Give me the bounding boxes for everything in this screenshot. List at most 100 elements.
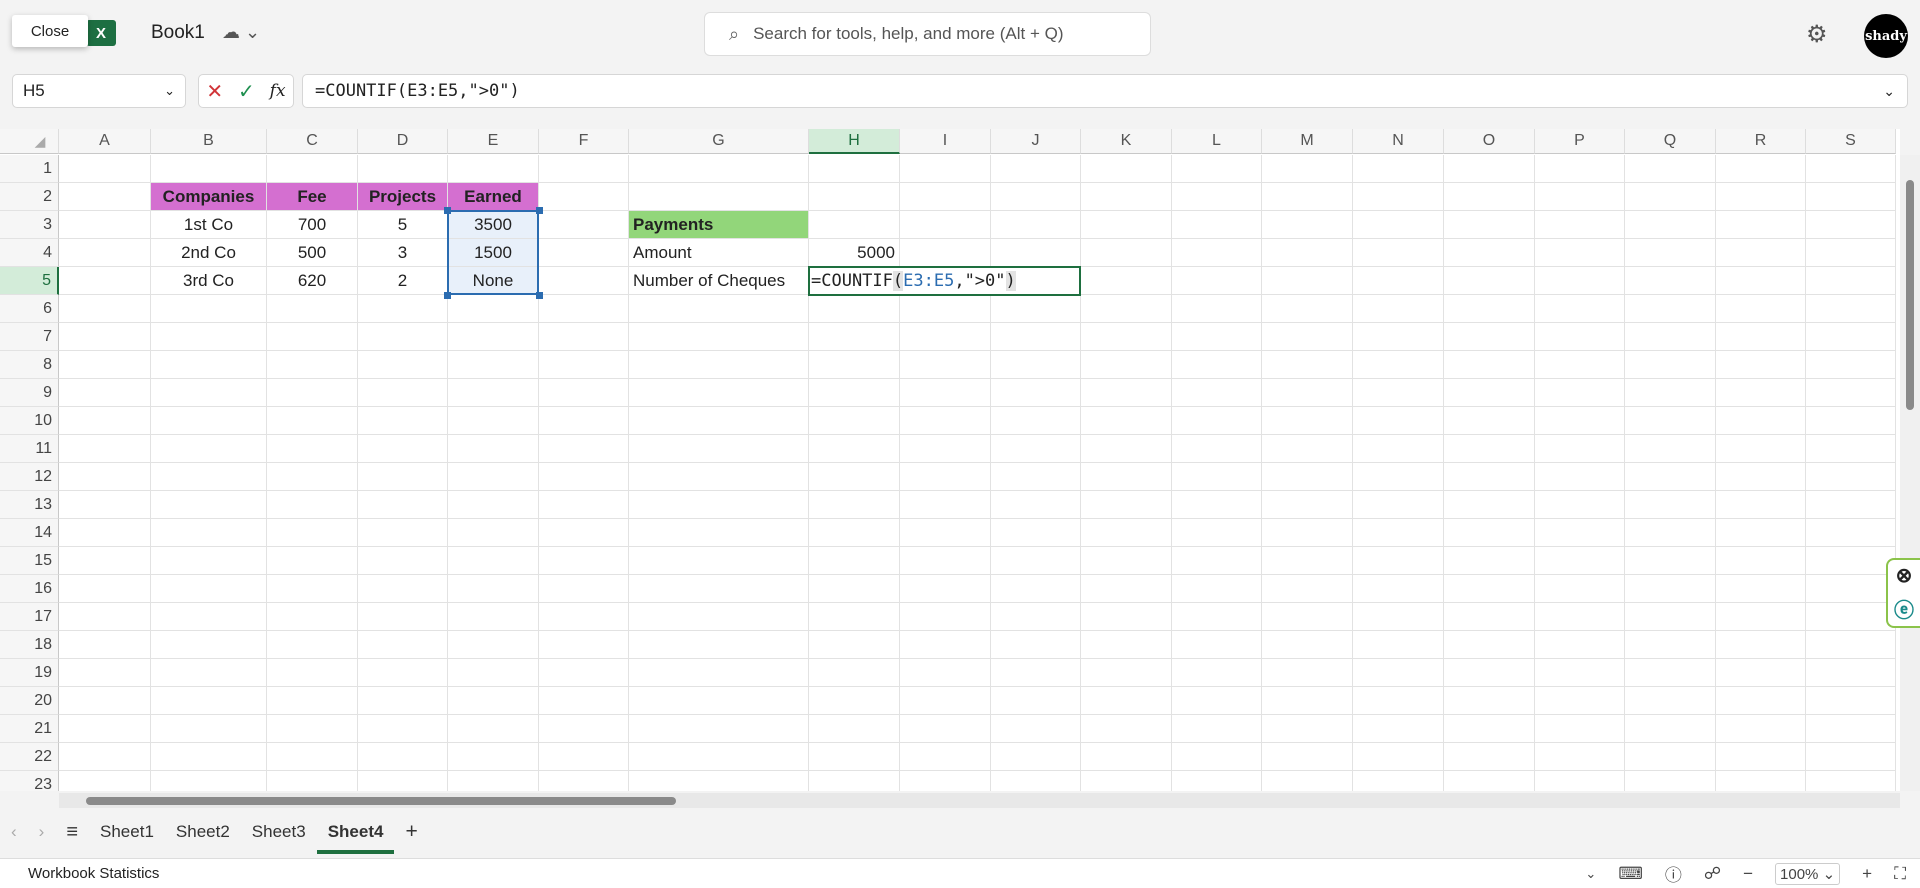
cell-p20[interactable] xyxy=(1535,687,1625,715)
cloud-saved-icon[interactable]: ☁ ⌄ xyxy=(222,22,260,43)
cell-c18[interactable] xyxy=(267,631,358,659)
cell-s4[interactable] xyxy=(1806,239,1896,267)
cell-c1[interactable] xyxy=(267,155,358,183)
cell-k16[interactable] xyxy=(1081,575,1172,603)
cell-d19[interactable] xyxy=(358,659,448,687)
cell-e18[interactable] xyxy=(448,631,539,659)
cell-q14[interactable] xyxy=(1625,519,1716,547)
cell-s16[interactable] xyxy=(1806,575,1896,603)
cell-d9[interactable] xyxy=(358,379,448,407)
cell-m17[interactable] xyxy=(1262,603,1353,631)
cell-l22[interactable] xyxy=(1172,743,1262,771)
cell-d13[interactable] xyxy=(358,491,448,519)
cell-e21[interactable] xyxy=(448,715,539,743)
cell-a10[interactable] xyxy=(59,407,151,435)
cell-o16[interactable] xyxy=(1444,575,1535,603)
cell-a21[interactable] xyxy=(59,715,151,743)
cell-r8[interactable] xyxy=(1716,351,1806,379)
column-header-r[interactable]: R xyxy=(1716,129,1806,154)
cell-e10[interactable] xyxy=(448,407,539,435)
cell-f8[interactable] xyxy=(539,351,629,379)
cell-h21[interactable] xyxy=(809,715,900,743)
cell-m20[interactable] xyxy=(1262,687,1353,715)
cell-e7[interactable] xyxy=(448,323,539,351)
cell-d1[interactable] xyxy=(358,155,448,183)
cell-n16[interactable] xyxy=(1353,575,1444,603)
row-header-17[interactable]: 17 xyxy=(0,603,59,631)
cell-b23[interactable] xyxy=(151,771,267,791)
cell-r19[interactable] xyxy=(1716,659,1806,687)
cell-l7[interactable] xyxy=(1172,323,1262,351)
cell-s10[interactable] xyxy=(1806,407,1896,435)
cell-f7[interactable] xyxy=(539,323,629,351)
column-header-l[interactable]: L xyxy=(1172,129,1262,154)
cell-j10[interactable] xyxy=(991,407,1081,435)
cell-g8[interactable] xyxy=(629,351,809,379)
cell-q21[interactable] xyxy=(1625,715,1716,743)
cell-b2[interactable]: Companies xyxy=(151,183,267,211)
cell-e14[interactable] xyxy=(448,519,539,547)
selection-handle[interactable] xyxy=(444,292,451,299)
column-header-h[interactable]: H xyxy=(809,129,900,154)
cell-c19[interactable] xyxy=(267,659,358,687)
cell-p2[interactable] xyxy=(1535,183,1625,211)
row-header-23[interactable]: 23 xyxy=(0,771,59,791)
cell-g20[interactable] xyxy=(629,687,809,715)
cell-a6[interactable] xyxy=(59,295,151,323)
cell-b12[interactable] xyxy=(151,463,267,491)
cell-d14[interactable] xyxy=(358,519,448,547)
cell-q4[interactable] xyxy=(1625,239,1716,267)
cell-p4[interactable] xyxy=(1535,239,1625,267)
cell-b3[interactable]: 1st Co xyxy=(151,211,267,239)
cell-k6[interactable] xyxy=(1081,295,1172,323)
cell-h13[interactable] xyxy=(809,491,900,519)
cell-o7[interactable] xyxy=(1444,323,1535,351)
cell-d23[interactable] xyxy=(358,771,448,791)
cell-a19[interactable] xyxy=(59,659,151,687)
cell-o13[interactable] xyxy=(1444,491,1535,519)
row-header-13[interactable]: 13 xyxy=(0,491,59,519)
cell-h10[interactable] xyxy=(809,407,900,435)
cell-o12[interactable] xyxy=(1444,463,1535,491)
cell-k12[interactable] xyxy=(1081,463,1172,491)
cell-g19[interactable] xyxy=(629,659,809,687)
cell-n23[interactable] xyxy=(1353,771,1444,791)
cell-j19[interactable] xyxy=(991,659,1081,687)
tab-sheet1[interactable]: Sheet1 xyxy=(89,817,165,847)
cell-p22[interactable] xyxy=(1535,743,1625,771)
cell-n2[interactable] xyxy=(1353,183,1444,211)
cell-s20[interactable] xyxy=(1806,687,1896,715)
row-header-5[interactable]: 5 xyxy=(0,267,59,295)
cell-p5[interactable] xyxy=(1535,267,1625,295)
cell-g23[interactable] xyxy=(629,771,809,791)
column-header-o[interactable]: O xyxy=(1444,129,1535,154)
cell-b9[interactable] xyxy=(151,379,267,407)
cell-e13[interactable] xyxy=(448,491,539,519)
cell-f5[interactable] xyxy=(539,267,629,295)
cell-r18[interactable] xyxy=(1716,631,1806,659)
cell-c3[interactable]: 700 xyxy=(267,211,358,239)
cell-n5[interactable] xyxy=(1353,267,1444,295)
cell-k14[interactable] xyxy=(1081,519,1172,547)
cell-m7[interactable] xyxy=(1262,323,1353,351)
cell-q18[interactable] xyxy=(1625,631,1716,659)
cell-j22[interactable] xyxy=(991,743,1081,771)
cell-q3[interactable] xyxy=(1625,211,1716,239)
cell-a13[interactable] xyxy=(59,491,151,519)
cell-j15[interactable] xyxy=(991,547,1081,575)
cell-r17[interactable] xyxy=(1716,603,1806,631)
cell-d11[interactable] xyxy=(358,435,448,463)
cell-c4[interactable]: 500 xyxy=(267,239,358,267)
cell-j7[interactable] xyxy=(991,323,1081,351)
cell-e23[interactable] xyxy=(448,771,539,791)
cell-l23[interactable] xyxy=(1172,771,1262,791)
cell-b14[interactable] xyxy=(151,519,267,547)
cell-q8[interactable] xyxy=(1625,351,1716,379)
cell-i13[interactable] xyxy=(900,491,991,519)
cell-g16[interactable] xyxy=(629,575,809,603)
cell-d4[interactable]: 3 xyxy=(358,239,448,267)
chevron-down-icon[interactable]: ⌄ xyxy=(1585,866,1596,882)
cell-i10[interactable] xyxy=(900,407,991,435)
cell-f10[interactable] xyxy=(539,407,629,435)
formula-input[interactable]: =COUNTIF(E3:E5,">0") ⌄ xyxy=(302,74,1908,108)
